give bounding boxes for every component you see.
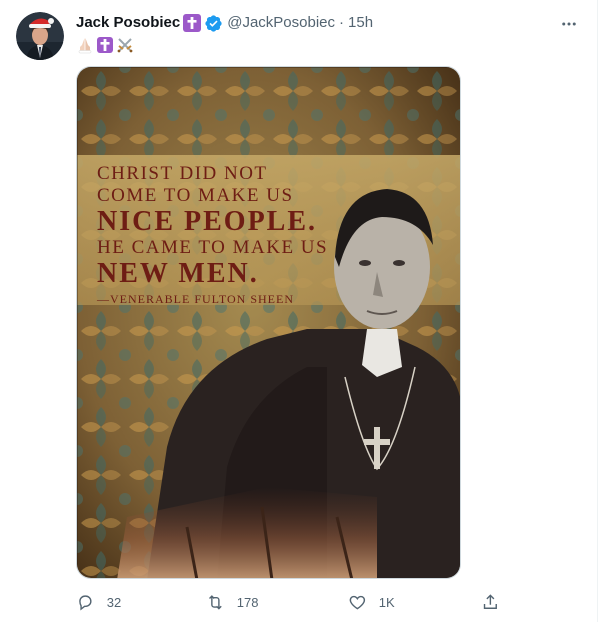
ellipsis-icon	[562, 22, 576, 26]
tweet-image[interactable]: Christ did not come to make us nice peop…	[76, 66, 461, 579]
retweet-count: 178	[236, 594, 259, 610]
tweet-text-emojis	[76, 35, 134, 55]
tweet-timestamp[interactable]: 15h	[348, 13, 373, 33]
quote-line-5: new men.	[97, 258, 259, 289]
retweet-button[interactable]: 178	[206, 590, 258, 614]
quote-line-1: Christ did not	[97, 163, 268, 184]
like-count: 1K	[378, 594, 395, 610]
reply-button[interactable]: 32	[76, 590, 121, 614]
verified-badge-icon[interactable]	[204, 14, 223, 33]
heart-icon	[349, 595, 366, 610]
share-icon	[483, 593, 497, 609]
image-quote-text: Christ did not come to make us nice peop…	[97, 163, 328, 307]
quote-line-2: come to make us	[97, 185, 294, 206]
avatar[interactable]	[16, 12, 64, 60]
reply-icon	[79, 595, 92, 611]
quote-line-3: nice people.	[97, 206, 318, 237]
latin-cross-emoji	[97, 37, 113, 53]
separator-dot: ·	[339, 14, 345, 31]
quote-poster-image	[77, 67, 460, 578]
tweet-header: Jack Posobiec @JackPosobiec · 15h	[76, 13, 373, 33]
folded-hands-emoji	[78, 38, 92, 54]
tweet-card[interactable]: Jack Posobiec @JackPosobiec · 15h CHRIST…	[0, 0, 598, 622]
quote-line-4: He came to make us	[97, 237, 329, 258]
like-button[interactable]: 1K	[348, 590, 395, 614]
retweet-icon	[209, 594, 222, 610]
author-handle[interactable]: @JackPosobiec	[227, 13, 335, 33]
crossed-swords-emoji	[117, 38, 133, 53]
more-options-button[interactable]	[557, 12, 581, 36]
latin-cross-icon	[183, 14, 202, 32]
reply-count: 32	[106, 594, 122, 610]
share-button[interactable]	[481, 590, 500, 614]
quote-attribution: —Venerable Fulton Sheen	[97, 292, 295, 306]
author-name[interactable]: Jack Posobiec	[76, 13, 180, 33]
avatar-image	[16, 12, 64, 60]
tweet-action-bar: 32 178 1K	[76, 590, 506, 614]
